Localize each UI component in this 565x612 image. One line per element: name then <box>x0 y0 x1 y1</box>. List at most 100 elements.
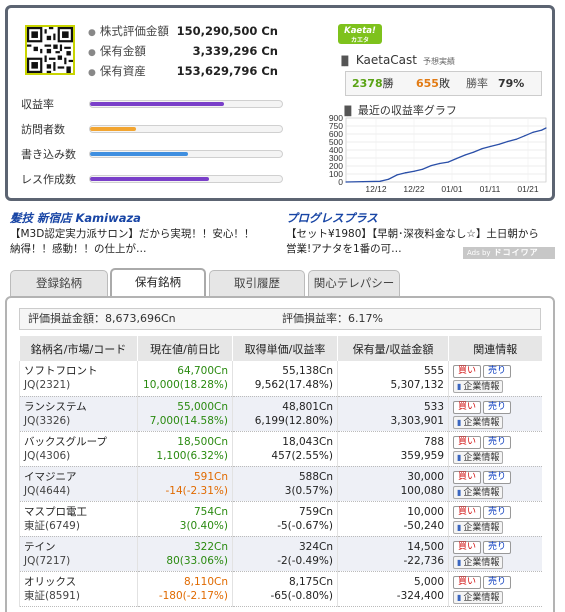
stock-cell: テイン JQ(7217) <box>19 536 138 572</box>
buy-button[interactable]: 買い <box>453 505 482 519</box>
stock-name[interactable]: マスプロ電工 <box>24 505 133 519</box>
buy-button[interactable]: 買い <box>453 435 482 449</box>
related-cell: 買い 売り ▮ 企業情報 <box>448 466 542 502</box>
chart-point <box>387 178 390 180</box>
chart-point <box>545 127 547 129</box>
company-info-label: 企業情報 <box>463 487 500 498</box>
tab-history[interactable]: 取引履歴 <box>209 270 305 296</box>
kaetacast-name: KaetaCast <box>355 53 417 67</box>
stock-name[interactable]: ソフトフロント <box>24 364 133 378</box>
tab-registered[interactable]: 登録銘柄 <box>10 270 108 296</box>
chart-icon: ▮ <box>457 382 462 392</box>
company-info-label: 企業情報 <box>463 452 500 463</box>
sell-button[interactable]: 売り <box>483 540 512 554</box>
buy-button[interactable]: 買い <box>453 400 482 414</box>
ads-by-label[interactable]: Ads by ドコイワア <box>463 247 555 259</box>
stock-cell: オリックス 東証(8591) <box>19 571 138 607</box>
sell-button[interactable]: 売り <box>483 365 512 379</box>
stock-name[interactable]: イマジニア <box>24 470 133 484</box>
win-rate-label: 勝率 <box>466 77 488 90</box>
column-header: 保有量/収益金額 <box>337 336 449 361</box>
holding-quantity: 555 <box>423 365 444 378</box>
profile-summary-panel: ● 株式評価金額 150,290,500 Cn ● 保有金額 3,339,296 C… <box>5 5 555 201</box>
current-price: 322Cn <box>193 540 228 553</box>
kaeta-logo[interactable]: Kaeta! カエタ <box>338 24 382 44</box>
sell-button[interactable]: 売り <box>483 400 512 414</box>
company-info-button[interactable]: ▮ 企業情報 <box>453 415 504 429</box>
stock-code: JQ(3326) <box>24 414 71 427</box>
stat-bar-fill <box>90 127 137 131</box>
stat-bar-track <box>89 100 283 108</box>
price-change: 1,100(6.32%) <box>156 449 228 462</box>
chart-point <box>421 168 424 170</box>
price-cell: 55,000Cn 7,000(14.58%) <box>137 396 233 432</box>
chart-point <box>490 145 492 148</box>
chart-point <box>481 147 483 150</box>
wins-unit: 勝 <box>382 77 394 90</box>
sell-button[interactable]: 売り <box>483 505 512 519</box>
chart-icon: ▮ <box>457 452 462 462</box>
ad-item[interactable]: 髪技 新宿店 Kamiwaza 【M3D認定実力派サロン】だから実現！！安心！！… <box>10 210 275 256</box>
losses-value: 655 <box>416 77 439 90</box>
kaetacast-subtitle: 予想実績 <box>423 57 455 66</box>
buy-button[interactable]: 買い <box>453 470 482 484</box>
stat-bar-fill <box>90 102 225 106</box>
stock-name[interactable]: テイン <box>24 540 133 554</box>
sell-button[interactable]: 売り <box>483 470 512 484</box>
company-info-button[interactable]: ▮ 企業情報 <box>453 590 504 604</box>
company-info-label: 企業情報 <box>463 382 500 393</box>
chart-point <box>532 131 534 133</box>
stock-name[interactable]: オリックス <box>24 575 133 589</box>
company-info-button[interactable]: ▮ 企業情報 <box>453 450 504 464</box>
table-row: ソフトフロント JQ(2321) 64,700Cn 10,000(18.28%) 55,… <box>19 361 542 397</box>
wins-value: 2378 <box>352 77 383 90</box>
price-change: -180(-2.17%) <box>158 589 228 602</box>
chart-point <box>473 151 475 153</box>
ad-title[interactable]: 髪技 新宿店 Kamiwaza <box>10 210 275 226</box>
return-rate: 457(2.55%) <box>271 449 333 462</box>
stock-name[interactable]: バックスグループ <box>24 435 133 449</box>
table-row: テイン JQ(7217) 322Cn 80(33.06%) 324Cn -2(-0.49%… <box>19 536 542 572</box>
ad-banner: 髪技 新宿店 Kamiwaza 【M3D認定実力派サロン】だから実現！！安心！！… <box>5 210 555 262</box>
stock-code: JQ(4644) <box>24 484 71 497</box>
buy-button[interactable]: 買い <box>453 575 482 589</box>
stock-code: JQ(2321) <box>24 379 71 392</box>
asset-value: 3,339,296 Cn <box>192 44 278 58</box>
stat-row: レス作成数 <box>21 169 286 194</box>
buy-button[interactable]: 買い <box>453 365 482 379</box>
company-info-button[interactable]: ▮ 企業情報 <box>453 380 504 394</box>
column-header: 現在値/前日比 <box>137 336 233 361</box>
holding-quantity: 533 <box>423 400 444 413</box>
return-rate: 6,199(12.80%) <box>254 414 333 427</box>
holding-cell: 10,000 -50,240 <box>337 501 449 537</box>
related-cell: 買い 売り ▮ 企業情報 <box>448 396 542 432</box>
company-info-button[interactable]: ▮ 企業情報 <box>453 555 504 569</box>
price-change: 3(0.40%) <box>179 519 228 532</box>
current-price: 8,110Cn <box>183 575 228 588</box>
tab-holdings[interactable]: 保有銘柄 <box>110 268 206 296</box>
holding-cell: 533 3,303,901 <box>337 396 449 432</box>
tab-telepathy[interactable]: 関心テレパシー <box>308 270 400 296</box>
buy-button[interactable]: 買い <box>453 540 482 554</box>
acquisition-price: 48,801Cn <box>282 400 333 413</box>
return-rate: -65(-0.80%) <box>270 589 334 602</box>
stock-cell: ランシステム JQ(3326) <box>19 396 138 432</box>
sell-button[interactable]: 売り <box>483 435 512 449</box>
holdings-tabs: 登録銘柄 保有銘柄 取引履歴 関心テレパシー <box>10 268 555 296</box>
x-tick-label: 12/22 <box>403 184 425 194</box>
x-tick-label: 01/01 <box>441 184 463 194</box>
asset-label: 保有金額 <box>99 44 146 58</box>
stock-name[interactable]: ランシステム <box>24 400 133 414</box>
chart-point <box>362 181 364 183</box>
related-cell: 買い 売り ▮ 企業情報 <box>448 431 542 467</box>
acquisition-price: 324Cn <box>298 540 333 553</box>
sell-button[interactable]: 売り <box>483 575 512 589</box>
stock-code: 東証(6749) <box>24 519 80 532</box>
cost-cell: 55,138Cn 9,562(17.48%) <box>232 361 338 397</box>
ad-title[interactable]: プログレスプラス <box>286 210 551 226</box>
stat-label: レス作成数 <box>21 173 76 186</box>
price-cell: 8,110Cn -180(-2.17%) <box>137 571 233 607</box>
company-info-button[interactable]: ▮ 企業情報 <box>453 520 504 534</box>
holdings-panel: 評価損益金額：8,673,696Cn 評価損益率：6.17% 銘柄名/市場/コー… <box>5 296 555 612</box>
company-info-button[interactable]: ▮ 企業情報 <box>453 485 504 499</box>
